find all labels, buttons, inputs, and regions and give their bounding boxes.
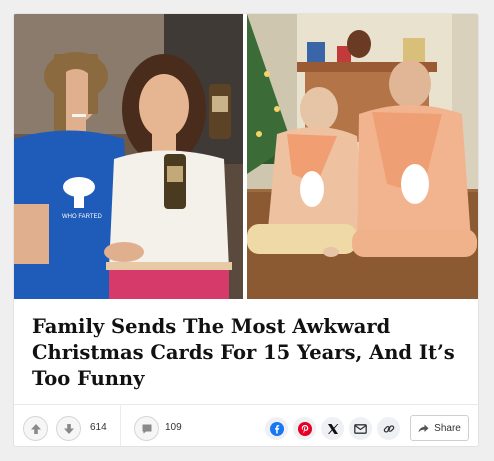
- pinterest-share-button[interactable]: [293, 417, 316, 440]
- shirt-text: WHO FARTED: [62, 214, 103, 220]
- divider: [120, 405, 121, 446]
- facebook-share-button[interactable]: [265, 417, 288, 440]
- arrow-up-icon: [30, 423, 41, 434]
- left-photo: WHO FARTED: [14, 14, 243, 299]
- upvote-button[interactable]: [23, 416, 48, 441]
- share-arrow-icon: [418, 424, 429, 432]
- comment-icon: [142, 424, 151, 434]
- link-icon: [383, 424, 394, 433]
- pinterest-icon: [297, 421, 312, 436]
- share-label: Share: [434, 422, 461, 434]
- right-photo: [247, 14, 478, 299]
- action-bar: 614 109 Share: [14, 404, 478, 446]
- article-images: WHO FARTED: [14, 14, 478, 299]
- share-button[interactable]: Share: [410, 415, 469, 441]
- envelope-icon: [354, 423, 367, 434]
- x-share-button[interactable]: [321, 417, 344, 440]
- comment-count: 109: [165, 422, 182, 433]
- facebook-icon: [269, 421, 284, 436]
- x-icon: [327, 423, 338, 434]
- copy-link-button[interactable]: [377, 417, 400, 440]
- email-share-button[interactable]: [349, 417, 372, 440]
- vote-count: 614: [90, 422, 107, 433]
- article-headline[interactable]: Family Sends The Most Awkward Christmas …: [32, 314, 462, 392]
- article-card[interactable]: WHO FARTED Family Sends The Most Awkward…: [13, 13, 479, 447]
- comment-button[interactable]: [134, 416, 159, 441]
- arrow-down-icon: [63, 423, 74, 434]
- downvote-button[interactable]: [56, 416, 81, 441]
